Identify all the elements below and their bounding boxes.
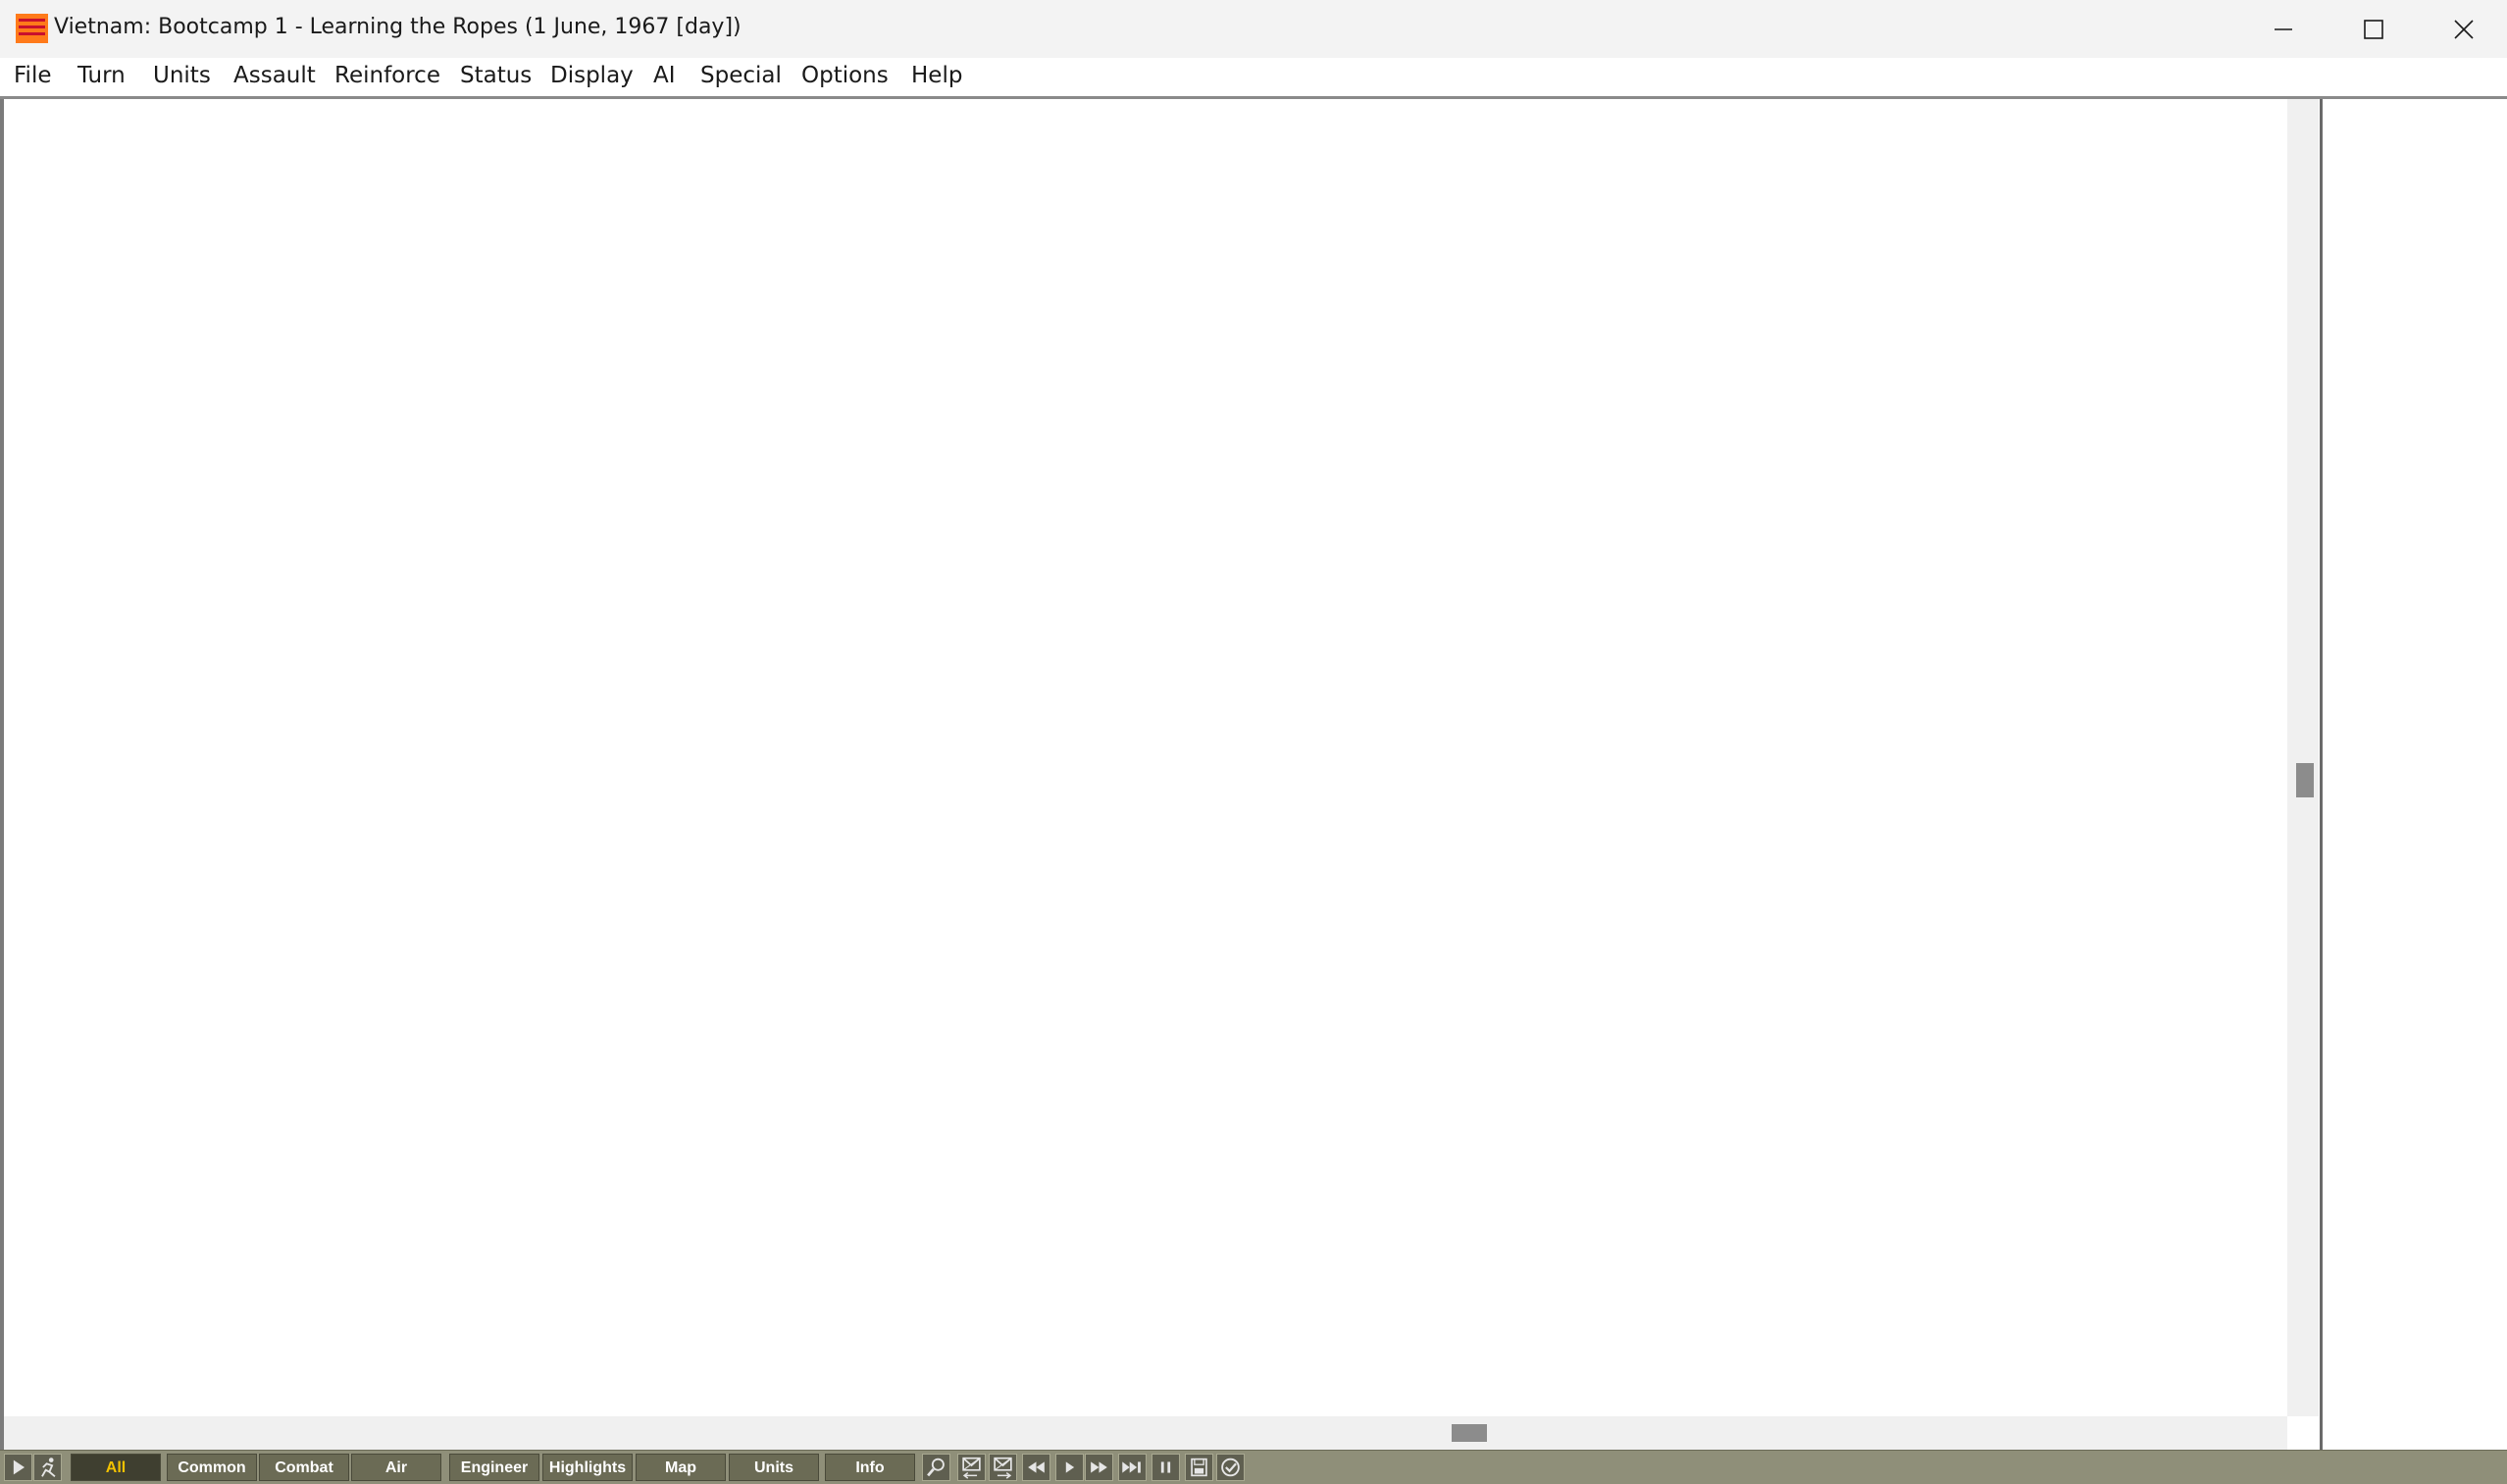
play-small-icon[interactable] [1055, 1454, 1084, 1481]
vertical-scroll-thumb[interactable] [2296, 763, 2314, 797]
horizontal-scroll-thumb[interactable] [1452, 1424, 1487, 1442]
rewind-icon[interactable] [1022, 1454, 1050, 1481]
tab-common[interactable]: Common [167, 1454, 257, 1481]
tab-info[interactable]: Info [825, 1454, 915, 1481]
tab-all[interactable]: All [71, 1454, 161, 1481]
tab-air[interactable]: Air [351, 1454, 441, 1481]
search-icon[interactable] [922, 1454, 950, 1481]
menu-display[interactable]: Display [550, 63, 634, 88]
menu-turn[interactable]: Turn [77, 63, 126, 88]
skip-end-icon[interactable] [1118, 1454, 1147, 1481]
maximize-button[interactable] [2328, 0, 2419, 58]
envelope-prev-icon[interactable] [957, 1454, 986, 1481]
window-title: Vietnam: Bootcamp 1 - Learning the Ropes… [54, 15, 742, 39]
app-icon [16, 14, 48, 43]
menu-file[interactable]: File [14, 63, 52, 88]
map-view[interactable] [4, 99, 2285, 1416]
minimize-icon [2275, 27, 2292, 30]
tab-highlights[interactable]: Highlights [542, 1454, 633, 1481]
horizontal-scrollbar[interactable] [4, 1416, 2287, 1450]
side-panel [2323, 99, 2507, 1450]
fast-forward-icon[interactable] [1085, 1454, 1113, 1481]
menu-units[interactable]: Units [153, 63, 211, 88]
menu-options[interactable]: Options [801, 63, 889, 88]
save-icon[interactable] [1185, 1454, 1213, 1481]
close-button[interactable] [2419, 0, 2507, 58]
vertical-scrollbar[interactable] [2287, 99, 2319, 1416]
tab-combat[interactable]: Combat [259, 1454, 349, 1481]
menu-special[interactable]: Special [700, 63, 782, 88]
menu-assault[interactable]: Assault [233, 63, 316, 88]
running-man-icon[interactable] [33, 1454, 62, 1481]
pause-icon[interactable] [1151, 1454, 1180, 1481]
menu-help[interactable]: Help [911, 63, 962, 88]
tab-map[interactable]: Map [636, 1454, 726, 1481]
check-icon[interactable] [1216, 1454, 1245, 1481]
envelope-next-icon[interactable] [989, 1454, 1017, 1481]
menu-ai[interactable]: AI [653, 63, 676, 88]
tab-engineer[interactable]: Engineer [449, 1454, 539, 1481]
minimize-button[interactable] [2238, 0, 2328, 58]
bottom-toolbar: All Common Combat Air Engineer Highlight… [0, 1450, 2507, 1484]
close-icon [2454, 19, 2474, 39]
menu-reinforce[interactable]: Reinforce [334, 63, 440, 88]
title-bar: Vietnam: Bootcamp 1 - Learning the Ropes… [0, 0, 2507, 58]
maximize-icon [2364, 19, 2383, 39]
menu-status[interactable]: Status [460, 63, 532, 88]
play-icon[interactable] [4, 1454, 32, 1481]
tab-units[interactable]: Units [729, 1454, 819, 1481]
menu-bar: File Turn Units Assault Reinforce Status… [0, 58, 2507, 99]
